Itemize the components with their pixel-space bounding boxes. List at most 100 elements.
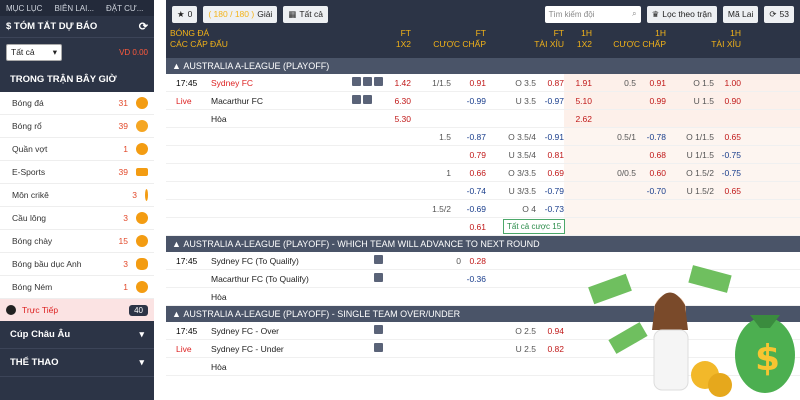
inplay-title: TRONG TRẬN BÂY GIỜ — [0, 66, 154, 92]
odds-value[interactable]: 0.87 — [538, 78, 564, 88]
header-ft-hdp: FT CƯỢC CHẤP — [416, 28, 486, 50]
section-europe-cup[interactable]: Cúp Châu Âu ▾ — [0, 321, 154, 349]
nav-receipts[interactable]: BIÊN LAI... — [54, 4, 94, 13]
col-type: CƯỢC CHẤP — [613, 39, 666, 49]
odds-format-button[interactable]: Mã Lai — [722, 5, 759, 23]
filter-match-button[interactable]: ♛ Lọc theo trận — [646, 5, 717, 23]
dollar-icon[interactable] — [374, 273, 383, 282]
sport-item-esports[interactable]: E-Sports 39 — [0, 161, 154, 184]
favorites-button[interactable]: ★ 0 — [172, 5, 198, 23]
tv-icon[interactable] — [363, 77, 372, 86]
odds-value[interactable]: 0.91 — [638, 78, 666, 88]
odds-value[interactable]: -0.75 — [716, 150, 741, 160]
gamepad-icon — [136, 168, 148, 176]
odds-value[interactable]: -0.79 — [538, 186, 564, 196]
odds-value[interactable]: 0.94 — [538, 326, 564, 336]
odds-value[interactable]: 0.65 — [716, 132, 741, 142]
star-icon[interactable] — [374, 255, 383, 264]
odds-value[interactable]: 0.61 — [456, 222, 486, 232]
search-input[interactable]: Tìm kiếm đội ⌕ — [544, 5, 641, 23]
section-sports[interactable]: THỂ THAO ▾ — [0, 349, 154, 377]
odds-line: 1 — [446, 168, 451, 178]
odds-line: O 2.5 — [515, 326, 536, 336]
league-header[interactable]: ▲ AUSTRALIA A-LEAGUE (PLAYOFF) — [166, 58, 800, 74]
odds-value[interactable]: 0.66 — [456, 168, 486, 178]
sport-item-cricket[interactable]: Môn crikê 3 — [0, 184, 154, 207]
odds-value[interactable]: 5.30 — [381, 114, 411, 124]
chevron-up-icon: ▲ — [172, 239, 184, 249]
live-item[interactable]: Trực Tiếp 40 — [0, 299, 154, 321]
odds-value[interactable]: -0.97 — [538, 96, 564, 106]
league-header[interactable]: ▲ AUSTRALIA A-LEAGUE (PLAYOFF) - WHICH T… — [166, 236, 800, 252]
odds-value[interactable]: 1.42 — [381, 78, 411, 88]
all-bets-button[interactable]: Tất cả cược 15 — [503, 219, 566, 234]
sport-count: 39 — [118, 167, 128, 177]
sport-item-badminton[interactable]: Cầu lông 3 — [0, 207, 154, 230]
top-nav: MỤC LỤC BIÊN LAI... ĐẶT CƯ... — [0, 0, 154, 16]
dollar-sign-image: $ — [755, 338, 780, 379]
odds-value[interactable]: -0.78 — [638, 132, 666, 142]
sport-item-handball[interactable]: Bóng Ném 1 — [0, 276, 154, 299]
odds-value[interactable]: -0.87 — [456, 132, 486, 142]
odds-value[interactable]: 0.82 — [538, 344, 564, 354]
odds-value[interactable]: -0.73 — [538, 204, 564, 214]
sport-item-basketball[interactable]: Bóng rổ 39 — [0, 115, 154, 138]
star-icon: ★ — [177, 8, 185, 19]
odds-value[interactable]: -0.91 — [538, 132, 564, 142]
odds-value[interactable]: -0.74 — [456, 186, 486, 196]
odds-row: -0.74 U 3/3.5 -0.79 -0.70 U 1.5/2 0.65 — [166, 182, 800, 200]
stats-icon[interactable] — [352, 77, 361, 86]
nav-bets[interactable]: ĐẶT CƯ... — [106, 4, 143, 13]
odds-value[interactable]: 0.60 — [638, 168, 666, 178]
col-period: FT — [475, 28, 486, 38]
odds-value[interactable]: 0.90 — [716, 96, 741, 106]
nav-menu[interactable]: MỤC LỤC — [6, 4, 42, 13]
odds-value[interactable]: 0.91 — [456, 78, 486, 88]
odds-value[interactable]: 0.81 — [538, 150, 564, 160]
odds-value[interactable]: -0.75 — [716, 168, 741, 178]
refresh-icon[interactable]: ⟳ — [139, 20, 148, 33]
sport-item-football[interactable]: Bóng đá 31 — [0, 92, 154, 115]
filter-select[interactable]: Tất cả ▾ — [6, 43, 62, 61]
odds-value[interactable]: 2.62 — [566, 114, 592, 124]
sport-name: Bóng đá — [12, 98, 44, 108]
rugby-icon — [136, 258, 148, 270]
odds-line: O 4 — [522, 204, 536, 214]
odds-value[interactable]: 1.91 — [566, 78, 592, 88]
odds-value[interactable]: 6.30 — [381, 96, 411, 106]
odds-value[interactable]: 0.99 — [638, 96, 666, 106]
chart-icon[interactable] — [352, 95, 361, 104]
favorites-count: 0 — [187, 9, 193, 19]
refresh-timer: 53 — [779, 9, 789, 19]
odds-value[interactable]: -0.70 — [638, 186, 666, 196]
all-button[interactable]: ▦ Tất cả — [283, 5, 328, 23]
refresh-button[interactable]: ⟳ 53 — [764, 5, 794, 23]
odds-value[interactable]: -0.36 — [461, 274, 486, 284]
sport-item-rugby[interactable]: Bóng bầu dục Anh 3 — [0, 253, 154, 276]
sport-name: Bóng Ném — [12, 282, 53, 292]
odds-value[interactable]: 1.00 — [716, 78, 741, 88]
filter-select-value: Tất cả — [11, 47, 35, 57]
sport-item-baseball[interactable]: Bóng chày 15 — [0, 230, 154, 253]
col-period: 1H — [730, 28, 741, 38]
sport-count: 1 — [123, 282, 128, 292]
chevron-up-icon: ▲ — [172, 309, 184, 319]
odds-value[interactable]: 0.68 — [638, 150, 666, 160]
odds-value[interactable]: -0.99 — [456, 96, 486, 106]
odds-value[interactable]: -0.69 — [456, 204, 486, 214]
dollar-icon[interactable] — [363, 95, 372, 104]
odds-value[interactable]: 0.69 — [538, 168, 564, 178]
sport-item-tennis[interactable]: Quần vợt 1 — [0, 138, 154, 161]
odds-value[interactable]: 0.28 — [461, 256, 486, 266]
odds-value[interactable]: 5.10 — [566, 96, 592, 106]
dollar-icon[interactable] — [374, 343, 383, 352]
section-label: THỂ THAO — [10, 357, 59, 368]
odds-value[interactable]: 0.65 — [716, 186, 741, 196]
match-icons — [352, 77, 383, 86]
league-count-button[interactable]: ( 180 / 180 ) Giải — [203, 5, 278, 23]
odds-format-label: Mã Lai — [727, 9, 754, 19]
odds-value[interactable]: 0.79 — [456, 150, 486, 160]
filter-match-label: Lọc theo trận — [662, 9, 712, 19]
toolbar: ★ 0 ( 180 / 180 ) Giải ▦ Tất cả Tìm kiếm độ… — [166, 0, 800, 28]
star-icon[interactable] — [374, 325, 383, 334]
